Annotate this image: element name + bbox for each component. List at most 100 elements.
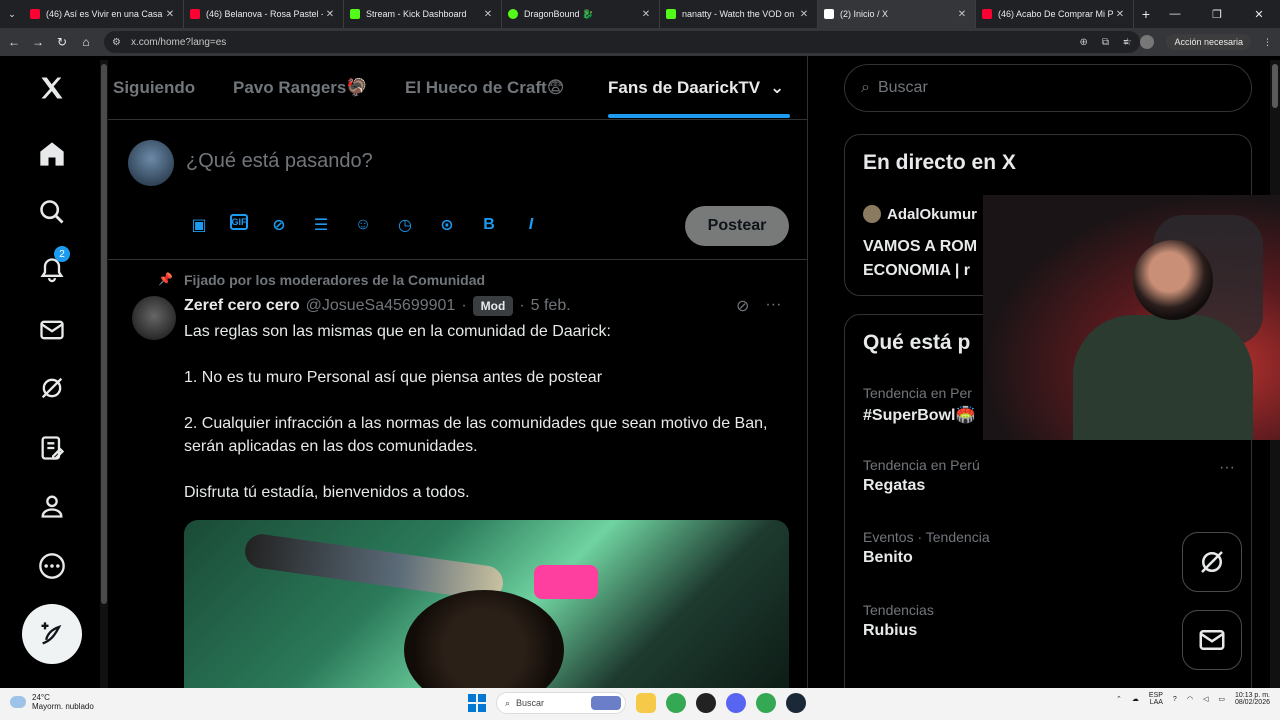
live-description[interactable]: VAMOS A ROM ECONOMIA | r — [863, 235, 977, 283]
poll-list-icon[interactable]: ☰ — [310, 214, 332, 236]
trend-item[interactable]: Tendencia en Per #SuperBowl🏟️ — [863, 385, 975, 425]
location-icon[interactable]: ⊙ — [436, 214, 458, 236]
lists-icon[interactable] — [34, 430, 70, 466]
taskbar-search[interactable]: ⌕ Buscar — [496, 692, 626, 714]
trend-item[interactable]: Tendencia en Perú Regatas — [863, 457, 980, 495]
zoom-icon[interactable]: ⊕ — [1080, 37, 1088, 48]
close-icon[interactable]: ✕ — [955, 9, 969, 20]
menu-kebab-icon[interactable]: ⋮ — [1263, 37, 1272, 48]
clock[interactable]: 10:13 p. m. 08/02/2026 — [1235, 692, 1270, 706]
home-icon[interactable] — [34, 136, 70, 172]
tab-search-icon[interactable]: ⌄ — [0, 0, 24, 28]
file-explorer-icon[interactable] — [636, 693, 656, 713]
explore-search-icon[interactable] — [34, 194, 70, 230]
left-scrollbar[interactable] — [100, 60, 108, 688]
post-button[interactable]: Postear — [685, 206, 789, 246]
schedule-icon[interactable]: ◷ — [394, 214, 416, 236]
grok-icon[interactable] — [34, 370, 70, 406]
gif-icon[interactable]: GIF — [230, 214, 248, 230]
envelope-icon — [1199, 630, 1225, 650]
tab-pavo-rangers[interactable]: Pavo Rangers🦃 — [233, 78, 368, 98]
tweet-author-name[interactable]: Zeref cero cero — [184, 297, 300, 315]
tray-chevron-icon[interactable]: ⌃ — [1116, 695, 1122, 703]
site-info-icon[interactable]: ⚙ — [112, 37, 121, 48]
close-icon[interactable]: ✕ — [797, 9, 811, 20]
close-icon[interactable]: ✕ — [163, 9, 177, 20]
tweet-author-avatar[interactable] — [132, 296, 176, 340]
restore-icon[interactable]: ❐ — [1196, 8, 1238, 21]
more-dots-icon[interactable]: ··· — [1219, 459, 1235, 477]
bold-icon[interactable]: B — [478, 214, 500, 236]
home-icon[interactable]: ⌂ — [74, 35, 98, 49]
emoji-icon[interactable]: ☺ — [352, 214, 374, 236]
obs-icon[interactable] — [696, 693, 716, 713]
more-circle-icon[interactable] — [34, 548, 70, 584]
image-icon[interactable]: ▣ — [188, 214, 210, 236]
tab-el-hueco-de-craft[interactable]: El Hueco de Craft😨 — [405, 78, 564, 98]
help-icon[interactable]: ? — [1173, 696, 1177, 703]
messages-envelope-icon[interactable] — [34, 312, 70, 348]
wifi-icon[interactable]: ◠ — [1187, 695, 1193, 703]
live-user[interactable]: AdalOkumur — [863, 205, 977, 223]
chevron-down-icon[interactable]: ⌄ — [770, 78, 784, 98]
browser-tab[interactable]: DragonBound 🐉 ✕ — [502, 0, 660, 28]
profile-icon[interactable] — [34, 488, 70, 524]
chrome-profile-icon[interactable] — [756, 693, 776, 713]
tweet-media-image[interactable] — [184, 520, 789, 688]
tab-fans-de-daarick[interactable]: Fans de DaarickTV — [608, 78, 760, 98]
grok-icon[interactable]: ⊘ — [268, 214, 290, 236]
tweet-date[interactable]: 5 feb. — [531, 297, 571, 315]
trend-item[interactable]: Tendencias Rubius — [863, 602, 934, 640]
action-needed-button[interactable]: Acción necesaria — [1166, 34, 1251, 50]
grok-fab-button[interactable] — [1182, 532, 1242, 592]
browser-tab[interactable]: nanatty - Watch the VOD on Ki ✕ — [660, 0, 818, 28]
user-avatar[interactable] — [128, 140, 174, 186]
close-icon[interactable]: ✕ — [639, 9, 653, 20]
close-window-icon[interactable]: ✕ — [1238, 8, 1280, 21]
discord-icon[interactable] — [726, 693, 746, 713]
more-dots-icon[interactable]: ··· — [765, 296, 781, 316]
pink-bow-shape — [534, 565, 598, 599]
search-input[interactable]: ⌕ Buscar — [844, 64, 1252, 112]
browser-tab-active[interactable]: (2) Inicio / X ✕ — [818, 0, 976, 28]
back-icon[interactable]: ← — [2, 35, 26, 49]
battery-icon[interactable]: ▭ — [1218, 695, 1225, 703]
profile-avatar[interactable] — [1140, 35, 1155, 49]
weather-widget[interactable]: 24°C Mayorm. nublado — [10, 693, 94, 711]
language-indicator[interactable]: ESP LAA — [1149, 692, 1163, 706]
tab-siguiendo[interactable]: Siguiendo — [113, 78, 195, 98]
system-tray: ⌃ ☁ ESP LAA ? ◠ ◁ ▭ 10:13 p. m. 08/02/20… — [1116, 692, 1270, 706]
search-icon: ⌕ — [861, 79, 870, 96]
install-icon[interactable]: ⧉ — [1102, 37, 1109, 48]
forward-icon[interactable]: → — [26, 35, 50, 49]
minimize-icon[interactable]: — — [1154, 8, 1196, 20]
steam-icon[interactable] — [786, 693, 806, 713]
italic-icon[interactable]: I — [520, 214, 542, 236]
address-bar[interactable]: ⚙ x.com/home?lang=es ⊕ ⧉ ☆ — [104, 31, 1140, 53]
scrollbar-thumb[interactable] — [1272, 64, 1278, 108]
messages-fab-button[interactable] — [1182, 610, 1242, 670]
onedrive-icon[interactable]: ☁ — [1132, 695, 1139, 703]
browser-tab[interactable]: (46) Acabo De Comprar Mi Prir ✕ — [976, 0, 1134, 28]
browser-tab[interactable]: (46) Belanova - Rosa Pastel - Yo✕ — [184, 0, 344, 28]
grok-icon[interactable]: ⊘ — [736, 296, 749, 316]
youtube-icon — [30, 9, 40, 19]
reading-list-icon[interactable]: ≡ — [1123, 37, 1128, 47]
close-icon[interactable]: ✕ — [323, 9, 337, 20]
close-icon[interactable]: ✕ — [1113, 9, 1127, 20]
compose-post-button[interactable] — [22, 604, 82, 664]
trends-title: Qué está p — [863, 331, 971, 354]
reload-icon[interactable]: ↻ — [50, 35, 74, 49]
close-icon[interactable]: ✕ — [481, 9, 495, 20]
chrome-icon[interactable] — [666, 693, 686, 713]
volume-icon[interactable]: ◁ — [1203, 695, 1208, 703]
scrollbar-thumb[interactable] — [101, 64, 107, 604]
tweet-author-handle[interactable]: @JosueSa45699901 — [306, 297, 456, 315]
browser-tab[interactable]: (46) Así es Vivir en una Casa de ✕ — [24, 0, 184, 28]
compose-input[interactable]: ¿Qué está pasando? — [186, 150, 373, 173]
notifications-bell-icon[interactable]: 2 — [34, 246, 70, 288]
windows-start-icon[interactable] — [468, 694, 486, 712]
browser-tab[interactable]: Stream - Kick Dashboard ✕ — [344, 0, 502, 28]
trend-item[interactable]: Eventos · Tendencia Benito — [863, 529, 990, 567]
x-logo-icon[interactable] — [34, 70, 70, 106]
